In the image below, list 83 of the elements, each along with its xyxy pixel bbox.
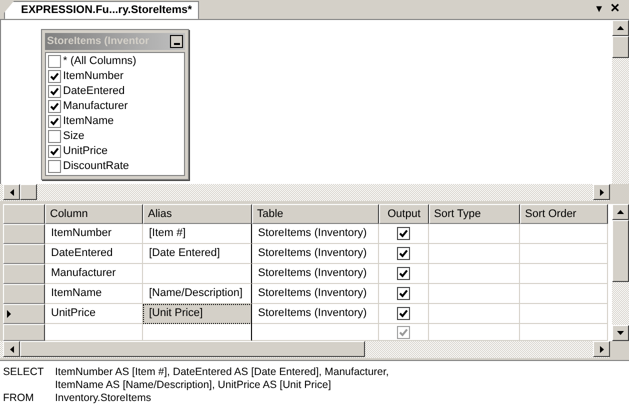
checkbox[interactable] (48, 84, 61, 98)
vertical-scrollbar[interactable] (612, 204, 629, 342)
dropdown-button[interactable]: ▼ (591, 4, 607, 19)
checkbox[interactable] (48, 114, 61, 128)
scroll-left-button[interactable] (3, 184, 20, 200)
scroll-up-button[interactable] (612, 20, 629, 36)
row-header[interactable] (3, 324, 45, 342)
checkbox[interactable] (48, 54, 61, 68)
column-header[interactable]: Sort Type (429, 204, 520, 224)
column-name[interactable]: Manufacturer (63, 100, 128, 112)
scroll-thumb[interactable] (612, 220, 629, 282)
checkbox[interactable] (397, 247, 410, 260)
checkbox[interactable] (397, 267, 410, 280)
scroll-thumb[interactable] (20, 341, 365, 358)
table-cell[interactable]: StoreItems (Inventory) (252, 284, 379, 304)
scroll-right-button[interactable] (593, 184, 610, 200)
table-title: StoreItems (Inventor (47, 35, 150, 48)
table-cell[interactable]: DateEntered (45, 244, 143, 264)
table-cell[interactable]: [Item #] (143, 224, 252, 244)
row-header[interactable] (3, 224, 45, 244)
checkbox[interactable] (397, 287, 410, 300)
checkbox[interactable] (397, 227, 410, 240)
left-arrow-icon (10, 346, 14, 353)
document-tab[interactable]: EXPRESSION.Fu...ry.StoreItems* (4, 0, 199, 19)
checkbox[interactable] (48, 130, 61, 143)
horizontal-scrollbar[interactable] (0, 341, 610, 358)
table-cell[interactable] (143, 264, 252, 284)
horizontal-scrollbar[interactable] (0, 184, 610, 202)
table-cell[interactable]: StoreItems (Inventory) (252, 264, 379, 284)
right-arrow-icon (600, 346, 604, 353)
table-cell[interactable]: [Date Entered] (143, 244, 252, 264)
column-name[interactable]: DiscountRate (63, 160, 130, 172)
table-cell[interactable]: StoreItems (Inventory) (252, 244, 379, 264)
scroll-up-button[interactable] (612, 204, 629, 220)
down-arrow-icon (617, 331, 624, 336)
checkbox[interactable] (48, 100, 61, 113)
column-name[interactable]: Size (63, 130, 84, 142)
checkbox[interactable] (48, 160, 61, 173)
sql-keyword: FROM (3, 392, 35, 405)
close-button[interactable]: ✕ (607, 0, 623, 19)
column-name[interactable]: UnitPrice (63, 145, 108, 158)
checkbox[interactable] (48, 70, 61, 83)
column-name[interactable]: * (All Columns) (63, 55, 136, 68)
scroll-left-button[interactable] (3, 341, 20, 358)
table-cell[interactable]: StoreItems (Inventory) (252, 304, 379, 324)
sql-text: ItemNumber AS [Item #], DateEntered AS [Date Entered], Manufacturer, (55, 366, 389, 379)
table-cell[interactable]: Manufacturer (45, 264, 143, 284)
table-cell[interactable]: ItemNumber (45, 224, 143, 244)
column-name[interactable]: ItemName (63, 115, 114, 128)
column-header[interactable]: Sort Order (520, 204, 608, 224)
scroll-thumb[interactable] (612, 36, 629, 58)
row-pointer-icon (7, 310, 11, 318)
scroll-down-button[interactable] (612, 325, 629, 342)
scroll-thumb[interactable] (20, 184, 37, 200)
checkbox[interactable] (397, 326, 410, 339)
row-header[interactable] (3, 244, 45, 264)
checkbox[interactable] (397, 307, 410, 320)
scroll-right-button[interactable] (593, 341, 610, 358)
table-cell[interactable]: ItemName (45, 284, 143, 304)
sql-pane[interactable]: SELECT ItemNumber AS [Item #], DateEntered AS [Date Entered], Manufacturer, ItemName AS [Name/Description], UnitPrice AS [Unit Price] FROM Inventory.StoreItems (0, 360, 629, 410)
row-header[interactable] (3, 284, 45, 304)
checkbox[interactable] (48, 144, 61, 158)
vertical-scrollbar[interactable] (612, 20, 629, 184)
up-arrow-icon (617, 26, 624, 30)
sql-keyword: SELECT (3, 366, 45, 380)
corner-header[interactable] (3, 204, 45, 224)
column-header[interactable]: Column (45, 204, 143, 224)
column-header[interactable]: Table (252, 204, 379, 224)
row-header[interactable] (3, 264, 45, 284)
column-header[interactable]: Alias (143, 204, 252, 224)
column-header[interactable]: Output (379, 204, 429, 224)
sql-text: Inventory.StoreItems (55, 392, 152, 405)
right-arrow-icon (600, 188, 604, 196)
sql-text: ItemName AS [Name/Description], UnitPrice AS [Unit Price] (55, 379, 332, 392)
column-name[interactable]: DateEntered (63, 85, 125, 98)
table-box[interactable]: StoreItems (Inventor * (All Columns) ItemNumber DateEntered Manufacturer ItemName Size UnitPrice DiscountRate (41, 28, 189, 180)
column-name[interactable]: ItemNumber (63, 70, 124, 82)
up-arrow-icon (617, 210, 624, 214)
table-cell[interactable]: StoreItems (Inventory) (252, 224, 379, 244)
left-arrow-icon (10, 188, 14, 196)
minimize-button[interactable] (170, 34, 183, 48)
row-header[interactable] (3, 304, 45, 324)
table-cell[interactable]: [Unit Price] (143, 304, 252, 324)
